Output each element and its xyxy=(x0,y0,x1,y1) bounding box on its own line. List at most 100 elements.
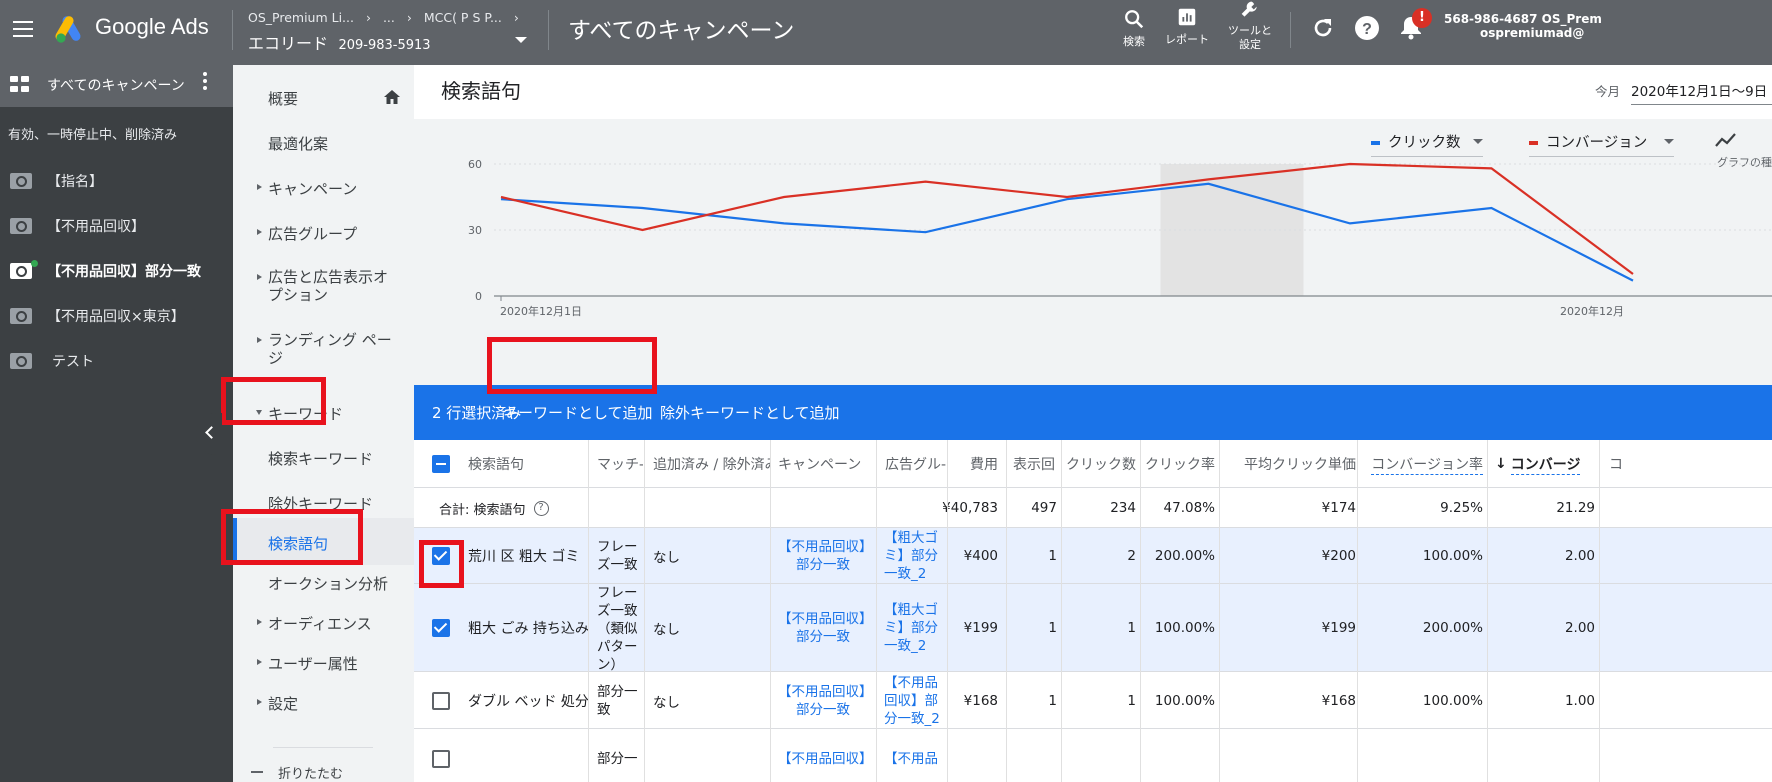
col-header[interactable]: クリック数 xyxy=(1066,440,1136,488)
help-icon[interactable]: ? xyxy=(1354,15,1380,41)
chevron-right-icon: › xyxy=(365,10,371,25)
col-header[interactable]: キャンペーン xyxy=(778,440,878,488)
nav-overview[interactable]: 概要 xyxy=(268,88,298,109)
campaign-line: 【不用品回収】 xyxy=(778,611,873,627)
select-all-checkbox[interactable] xyxy=(432,455,450,473)
campaign-item[interactable]: 【不用品回収】 xyxy=(0,208,233,244)
breadcrumb[interactable]: OS_Premium Li... › ... › MCC( P S P... › xyxy=(248,10,527,25)
nav-settings[interactable]: 設定 xyxy=(256,693,298,714)
nav-collapse[interactable]: 折りたたむ xyxy=(278,763,343,782)
cell-cpc: ¥199 xyxy=(1321,620,1356,636)
search-button[interactable]: 検索 xyxy=(1118,8,1150,49)
cell-clicks xyxy=(1066,729,1136,782)
page-menu: 概要 最適化案 キャンペーン 広告グループ 広告と広告表示オ プション ランディ… xyxy=(221,65,414,782)
match-type: 部分一 xyxy=(597,729,638,782)
campaign-link[interactable]: 【不用品回収】 部分一致 xyxy=(778,528,873,584)
table-row[interactable]: 荒川 区 粗大 ゴミ フレー ズ一致 なし 【不用品回収】 部分一致 【粗大ゴ ミ】部分 一致_… xyxy=(414,528,1772,584)
column-divider xyxy=(588,440,589,782)
divider xyxy=(232,10,233,50)
tools-label-1: ツールと xyxy=(1228,24,1272,37)
col-header[interactable]: 平均クリック単価 xyxy=(1224,440,1356,488)
col-header[interactable]: 追加済み / 除外済み xyxy=(653,440,771,488)
collapse-icon[interactable] xyxy=(251,771,263,773)
cell-ctr: 100.00% xyxy=(1154,620,1215,636)
refresh-icon[interactable] xyxy=(1311,16,1335,40)
cell-conv-rate: 100.00% xyxy=(1422,548,1483,564)
add-as-negative-keyword-button[interactable]: 除外キーワードとして追加 xyxy=(660,402,840,423)
row-checkbox[interactable] xyxy=(432,619,450,637)
campaign-item[interactable]: 【不用品回収×東京】 xyxy=(0,298,233,334)
nav-ad-groups[interactable]: 広告グループ xyxy=(256,223,357,244)
campaign-link[interactable]: 【不用品回収】 部分一致 xyxy=(778,672,873,729)
match-type: 部分一致 xyxy=(597,672,638,729)
col-header[interactable]: マッチ- xyxy=(597,440,643,488)
added-excluded: なし xyxy=(653,694,680,711)
customer-id[interactable]: 568-986-4687 OS_Prem xyxy=(1444,12,1602,26)
breadcrumb-ellipsis[interactable]: ... xyxy=(383,10,395,25)
top-bar: Google Ads OS_Premium Li... › ... › MCC(… xyxy=(0,0,1772,65)
match-line: （類似 xyxy=(597,621,638,637)
cell-cpc: ¥200 xyxy=(1321,548,1356,564)
y-tick-label: 60 xyxy=(468,158,482,171)
col-header[interactable]: 費用 xyxy=(954,440,998,488)
help-icon[interactable]: ? xyxy=(533,500,549,516)
product-name[interactable]: Google Ads xyxy=(95,14,209,40)
total-conversions: 21.29 xyxy=(1556,500,1595,516)
campaign-item[interactable]: 【指名】 xyxy=(0,163,233,199)
col-header[interactable]: クリック率 xyxy=(1145,440,1215,488)
total-row: 合計: 検索語句? ¥40,783 497 234 47.08% ¥174 9.… xyxy=(414,488,1772,528)
campaign-line: 部分一致 xyxy=(796,629,850,645)
svg-text:?: ? xyxy=(1362,21,1372,38)
breadcrumb-account[interactable]: OS_Premium Li... xyxy=(248,10,354,25)
hamburger-menu-icon[interactable] xyxy=(13,21,33,37)
campaign-item-active[interactable]: 【不用品回収】部分一致 xyxy=(0,253,233,289)
dropdown-arrow-icon[interactable] xyxy=(515,37,527,43)
status-filter[interactable]: 有効、一時停止中、削除済み xyxy=(8,124,177,143)
campaign-item[interactable]: テスト xyxy=(0,343,233,379)
table-row[interactable]: ダブル ベッド 処分 部分一致なし 【不用品回収】 部分一致 【不用品 回収】部 分一致_2… xyxy=(414,672,1772,729)
total-cost: ¥40,783 xyxy=(942,500,998,516)
col-header[interactable]: コンバージョン率 xyxy=(1367,440,1483,488)
tools-button[interactable]: ツールと 設定 xyxy=(1224,0,1276,52)
sidebar-title[interactable]: すべてのキャンペーン xyxy=(47,75,185,95)
nav-search-keywords[interactable]: 検索キーワード xyxy=(268,448,373,469)
nav-demographics[interactable]: ユーザー属性 xyxy=(257,653,358,674)
account-selector[interactable]: エコリード 209-983-5913 xyxy=(248,30,431,54)
row-checkbox[interactable] xyxy=(432,750,450,768)
total-label-text: 合計: 検索語句 xyxy=(439,502,526,518)
campaign-link[interactable]: 【不用品回収】 xyxy=(778,729,873,782)
nav-recommendations[interactable]: 最適化案 xyxy=(268,133,328,154)
row-checkbox[interactable] xyxy=(432,691,450,710)
nav-landing-pages[interactable]: ランディング ペー ジ xyxy=(257,331,392,367)
col-header[interactable]: 広告グル- xyxy=(885,440,949,488)
search-campaign-icon xyxy=(10,353,32,369)
more-vert-icon[interactable] xyxy=(203,72,207,92)
breadcrumb-mcc[interactable]: MCC( P S P... xyxy=(424,10,502,25)
cell-clicks: 1 xyxy=(1127,692,1136,709)
nav-auction-insights[interactable]: オークション分析 xyxy=(268,573,388,594)
date-range-picker[interactable]: 2020年12月1日〜9日 xyxy=(1631,80,1772,105)
series-line-clicks xyxy=(500,182,1634,282)
column-divider xyxy=(947,440,948,782)
col-header-label: コンバージ xyxy=(1510,454,1581,475)
col-header[interactable]: 表示回 xyxy=(1013,440,1057,488)
reports-button[interactable]: レポート xyxy=(1163,6,1211,47)
user-email[interactable]: ospremiumad@ xyxy=(1480,26,1584,40)
add-as-keyword-button[interactable]: キーワードとして追加 xyxy=(503,402,653,423)
account-id: 209-983-5913 xyxy=(338,38,431,53)
table-row[interactable]: 部分一 【不用品回収】 【不用品 xyxy=(414,729,1772,782)
col-header[interactable]: 検索語句 xyxy=(468,440,588,488)
nav-campaigns[interactable]: キャンペーン xyxy=(256,178,357,199)
campaign-link[interactable]: 【不用品回収】 部分一致 xyxy=(778,584,873,672)
col-header-sorted[interactable]: ↓ コンバージ xyxy=(1495,440,1595,488)
col-header[interactable]: コ xyxy=(1609,440,1639,488)
nav-ads-extensions[interactable]: 広告と広告表示オ プション xyxy=(256,268,388,304)
highlight-box xyxy=(419,540,464,588)
cell-cpc xyxy=(1224,729,1356,782)
grid-view-icon[interactable] xyxy=(10,76,29,92)
campaign-name: 【指名】 xyxy=(47,174,103,190)
campaign-line: 【不用品回収】 xyxy=(778,683,873,700)
table-row[interactable]: 粗大 ごみ 持ち込み フレー ズ一致 （類似 パター ン） なし 【不用品回収】 部分一致 【粗大… xyxy=(414,584,1772,673)
cell-ctr: 100.00% xyxy=(1154,692,1215,709)
nav-audiences[interactable]: オーディエンス xyxy=(257,613,372,634)
